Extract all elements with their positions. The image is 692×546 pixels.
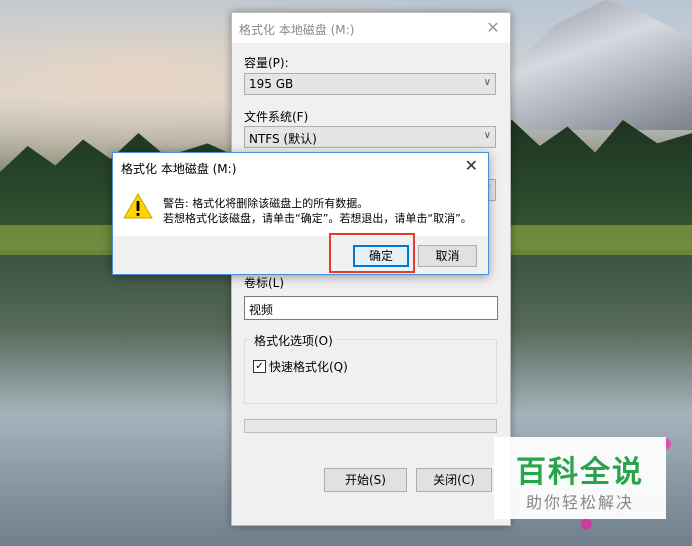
- dialog-close-button[interactable]: ✕: [465, 156, 478, 175]
- format-window-title: 格式化 本地磁盘 (M:): [239, 23, 355, 37]
- capacity-label: 容量(P):: [244, 56, 289, 70]
- format-options-label: 格式化选项(O): [251, 332, 336, 349]
- watermark: 百科全说 助你轻松解决: [494, 437, 666, 519]
- filesystem-label: 文件系统(F): [244, 110, 309, 124]
- dialog-title: 格式化 本地磁盘 (M:): [121, 162, 237, 176]
- close-button[interactable]: 关闭(C): [416, 468, 492, 492]
- quick-format-checkbox[interactable]: ✓ 快速格式化(Q): [253, 358, 348, 375]
- warning-icon: [123, 193, 153, 219]
- chevron-down-icon: ∨: [483, 130, 491, 141]
- watermark-title: 百科全说: [516, 455, 644, 490]
- checkmark-icon: ✓: [253, 360, 266, 373]
- format-window-close-button[interactable]: ✕: [476, 13, 510, 43]
- volume-label-input[interactable]: 视频: [244, 296, 498, 320]
- cancel-button[interactable]: 取消: [418, 245, 477, 267]
- capacity-value: 195 GB: [249, 77, 294, 91]
- ok-button-highlight: [329, 233, 415, 273]
- chevron-down-icon: ∨: [483, 77, 491, 88]
- warning-message-line2: 若想格式化该磁盘，请单击“确定”。若想退出，请单击“取消”。: [163, 212, 472, 225]
- format-window-titlebar[interactable]: 格式化 本地磁盘 (M:) ✕: [232, 13, 510, 43]
- capacity-select[interactable]: 195 GB ∨: [244, 73, 496, 95]
- volume-label-caption: 卷标(L): [244, 276, 285, 290]
- filesystem-select[interactable]: NTFS (默认) ∨: [244, 126, 496, 148]
- filesystem-value: NTFS (默认): [249, 132, 317, 146]
- volume-label-value: 视频: [249, 303, 274, 317]
- watermark-subtitle: 助你轻松解决: [525, 493, 634, 512]
- start-button[interactable]: 开始(S): [324, 468, 407, 492]
- format-progress-bar: [244, 419, 497, 433]
- quick-format-label: 快速格式化(Q): [269, 360, 348, 374]
- format-options-group: 格式化选项(O) ✓ 快速格式化(Q): [244, 332, 497, 404]
- warning-message-line1: 警告: 格式化将删除该磁盘上的所有数据。: [163, 197, 369, 210]
- format-warning-dialog: 格式化 本地磁盘 (M:) ✕ 警告: 格式化将删除该磁盘上的所有数据。 若想格…: [112, 152, 489, 275]
